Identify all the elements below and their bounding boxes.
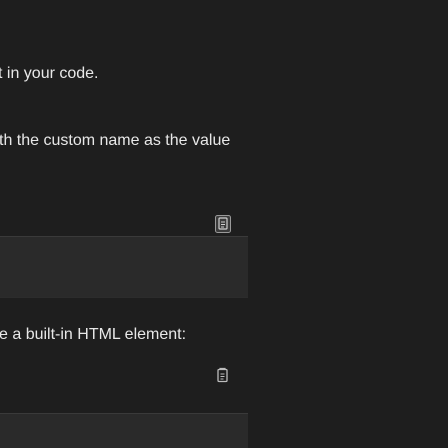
copy-icon	[215, 215, 231, 233]
copy-code-button-1[interactable]	[215, 215, 231, 233]
paragraph-2: th the custom name as the value	[0, 132, 231, 149]
copy-code-button-2[interactable]	[215, 367, 231, 385]
code-block-1	[0, 236, 248, 298]
paragraph-3: e a built-in HTML element:	[0, 326, 187, 343]
paragraph-1: t in your code.	[0, 65, 99, 82]
code-block-2	[0, 413, 248, 448]
copy-icon	[217, 367, 228, 383]
